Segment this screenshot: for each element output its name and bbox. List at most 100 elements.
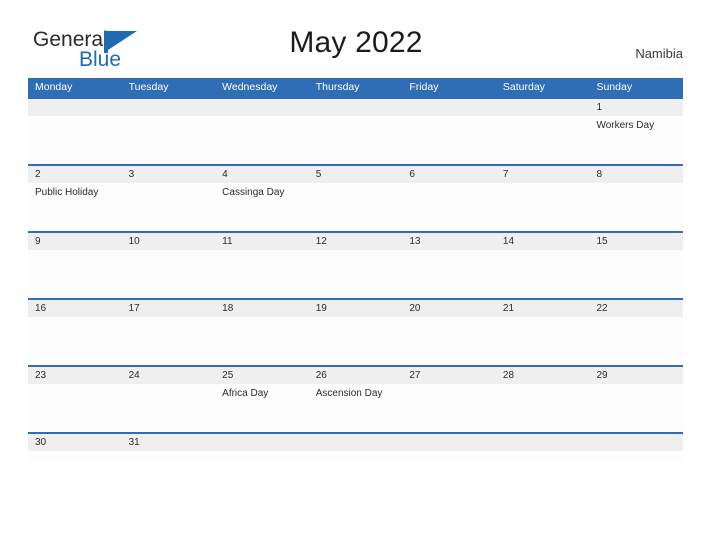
weekday-header-friday: Friday bbox=[409, 81, 439, 93]
week-event-row bbox=[28, 451, 683, 461]
calendar-week-row: 9 10 11 12 13 14 15 bbox=[28, 231, 683, 298]
day-event bbox=[496, 317, 590, 365]
page-title: May 2022 bbox=[289, 26, 423, 59]
day-number[interactable]: 30 bbox=[28, 434, 122, 451]
weekday-header-monday: Monday bbox=[35, 81, 73, 93]
day-number[interactable]: 1 bbox=[589, 99, 683, 116]
day-number[interactable]: 3 bbox=[122, 166, 216, 183]
day-event bbox=[496, 451, 590, 461]
day-event bbox=[402, 183, 496, 231]
day-number[interactable]: 31 bbox=[122, 434, 216, 451]
weekday-header-saturday: Saturday bbox=[502, 81, 545, 93]
day-event bbox=[589, 183, 683, 231]
day-number[interactable]: 22 bbox=[589, 300, 683, 317]
day-event: Cassinga Day bbox=[222, 187, 285, 198]
day-number[interactable]: 9 bbox=[28, 233, 122, 250]
day-event bbox=[122, 183, 216, 231]
day-number[interactable]: 17 bbox=[122, 300, 216, 317]
day-event bbox=[496, 384, 590, 432]
day-event bbox=[589, 250, 683, 298]
day-event bbox=[589, 384, 683, 432]
day-number[interactable]: 24 bbox=[122, 367, 216, 384]
day-event bbox=[496, 116, 590, 164]
day-number[interactable]: 12 bbox=[309, 233, 403, 250]
week-number-strip: 16 17 18 19 20 21 22 bbox=[28, 300, 683, 317]
day-number[interactable] bbox=[589, 434, 683, 451]
day-number[interactable]: 8 bbox=[589, 166, 683, 183]
day-number[interactable]: 7 bbox=[496, 166, 590, 183]
day-number[interactable]: 2 bbox=[28, 166, 122, 183]
day-number[interactable]: 10 bbox=[122, 233, 216, 250]
day-number[interactable] bbox=[402, 434, 496, 451]
week-number-strip: 2 3 4 5 6 7 8 bbox=[28, 166, 683, 183]
day-number[interactable] bbox=[309, 434, 403, 451]
day-event: Africa Day bbox=[222, 388, 269, 399]
day-number[interactable]: 21 bbox=[496, 300, 590, 317]
day-number[interactable]: 13 bbox=[402, 233, 496, 250]
day-number[interactable]: 15 bbox=[589, 233, 683, 250]
day-number[interactable]: 28 bbox=[496, 367, 590, 384]
day-number[interactable]: 14 bbox=[496, 233, 590, 250]
day-event bbox=[309, 317, 403, 365]
week-event-row: Workers Day bbox=[28, 116, 683, 164]
day-event bbox=[309, 116, 403, 164]
day-number[interactable] bbox=[122, 99, 216, 116]
day-event bbox=[496, 250, 590, 298]
day-number[interactable]: 29 bbox=[589, 367, 683, 384]
day-number[interactable] bbox=[215, 99, 309, 116]
calendar-week-row: 1 Workers Day bbox=[28, 97, 683, 164]
day-event: Ascension Day bbox=[315, 388, 383, 399]
calendar-grid: Monday Tuesday Wednesday Thursday Friday… bbox=[28, 78, 683, 461]
day-event bbox=[122, 250, 216, 298]
day-event bbox=[589, 451, 683, 461]
day-event bbox=[122, 116, 216, 164]
day-event: Public Holiday bbox=[35, 187, 99, 198]
day-number[interactable]: 23 bbox=[28, 367, 122, 384]
day-event bbox=[28, 116, 122, 164]
day-event bbox=[215, 116, 309, 164]
day-event bbox=[309, 183, 403, 231]
day-number[interactable] bbox=[496, 434, 590, 451]
calendar-page: General Blue May 2022 Namibia Monday Tue… bbox=[0, 0, 712, 550]
day-number[interactable]: 27 bbox=[402, 367, 496, 384]
day-number[interactable]: 18 bbox=[215, 300, 309, 317]
day-number[interactable] bbox=[215, 434, 309, 451]
day-number[interactable] bbox=[28, 99, 122, 116]
day-event bbox=[589, 317, 683, 365]
week-number-strip: 23 24 25 26 27 28 29 bbox=[28, 367, 683, 384]
day-number[interactable]: 11 bbox=[215, 233, 309, 250]
day-event bbox=[215, 250, 309, 298]
calendar-week-row: 30 31 bbox=[28, 432, 683, 461]
day-number[interactable]: 16 bbox=[28, 300, 122, 317]
calendar-week-row: 16 17 18 19 20 21 22 bbox=[28, 298, 683, 365]
calendar-week-row: 23 24 25 26 27 28 29 Africa Day Ascensio… bbox=[28, 365, 683, 432]
day-event bbox=[402, 317, 496, 365]
day-event bbox=[215, 451, 309, 461]
day-number[interactable] bbox=[496, 99, 590, 116]
day-number[interactable]: 5 bbox=[309, 166, 403, 183]
day-event bbox=[28, 451, 122, 461]
calendar-week-row: 2 3 4 5 6 7 8 Public Holiday Cassinga Da… bbox=[28, 164, 683, 231]
day-event bbox=[402, 451, 496, 461]
day-number[interactable]: 26 bbox=[309, 367, 403, 384]
day-number[interactable]: 4 bbox=[215, 166, 309, 183]
day-event bbox=[309, 250, 403, 298]
day-number[interactable]: 25 bbox=[215, 367, 309, 384]
week-number-strip: 9 10 11 12 13 14 15 bbox=[28, 233, 683, 250]
day-event bbox=[402, 384, 496, 432]
day-number[interactable]: 6 bbox=[402, 166, 496, 183]
week-number-strip: 30 31 bbox=[28, 434, 683, 451]
day-number[interactable]: 19 bbox=[309, 300, 403, 317]
weekday-header-row: Monday Tuesday Wednesday Thursday Friday… bbox=[28, 78, 683, 97]
day-event bbox=[402, 250, 496, 298]
day-event bbox=[28, 317, 122, 365]
day-event bbox=[28, 384, 122, 432]
weekday-header-thursday: Thursday bbox=[315, 81, 360, 93]
weekday-header-wednesday: Wednesday bbox=[222, 81, 278, 93]
region-label: Namibia bbox=[635, 46, 683, 61]
day-event bbox=[122, 317, 216, 365]
day-number[interactable] bbox=[402, 99, 496, 116]
day-number[interactable] bbox=[309, 99, 403, 116]
week-number-strip: 1 bbox=[28, 99, 683, 116]
day-number[interactable]: 20 bbox=[402, 300, 496, 317]
